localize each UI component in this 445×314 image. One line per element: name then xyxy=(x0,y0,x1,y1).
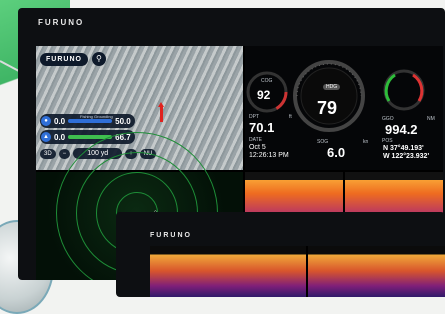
instrument-pane[interactable]: COG 92 HDG 79 DPT ft 70.1 DATE Oct 5 12:… xyxy=(245,46,443,170)
arrow-up-icon: ▲ xyxy=(41,132,51,142)
waypoint-title: Fishing Grounding xyxy=(80,114,113,119)
time-value: 12:26:13 PM xyxy=(249,152,289,159)
waypoint-speed: 50.0 xyxy=(115,116,131,126)
hdg-value: 79 xyxy=(317,98,338,118)
ggo-value: 994.2 xyxy=(385,122,418,137)
date-label: DATE xyxy=(249,137,262,143)
waypoint-distance: 0.0 xyxy=(54,116,66,126)
waypoint-progress xyxy=(68,119,113,123)
furuno-logo-button[interactable]: FURUNO xyxy=(40,52,88,66)
fishfinder-screen-2[interactable] xyxy=(150,246,445,297)
display-unit-secondary: FURUNO xyxy=(116,212,445,297)
waypoint-icon: ● xyxy=(41,116,51,126)
3d-button[interactable]: 3D xyxy=(40,148,56,159)
longitude: W 122°23.932' xyxy=(383,153,430,160)
sog-value: 6.0 xyxy=(327,145,346,160)
date-value: Oct 5 xyxy=(249,144,266,151)
pos-label: POS xyxy=(382,138,393,144)
hdg-label: HDG xyxy=(323,84,341,90)
sog-unit: kn xyxy=(363,139,369,145)
location-pin-icon[interactable]: ⚲ xyxy=(91,52,106,66)
split-divider xyxy=(306,246,308,297)
brand-label-2: FURUNO xyxy=(150,232,192,239)
brand-label: FURUNO xyxy=(38,18,85,27)
dpt-unit: ft xyxy=(289,114,292,120)
ggo-unit: NM xyxy=(427,116,435,122)
waypoint2-distance: 0.0 xyxy=(54,132,66,142)
zoom-out-icon[interactable]: − xyxy=(58,148,71,159)
vessel-icon xyxy=(158,102,164,122)
dpt-value: 70.1 xyxy=(249,120,275,135)
cog-value: 92 xyxy=(257,88,271,102)
waypoint-bar-1[interactable]: ● 0.0 50.0 Fishing Grounding xyxy=(40,114,135,128)
latitude: N 37°49.193' xyxy=(383,145,424,152)
cog-label: COG xyxy=(261,78,273,84)
